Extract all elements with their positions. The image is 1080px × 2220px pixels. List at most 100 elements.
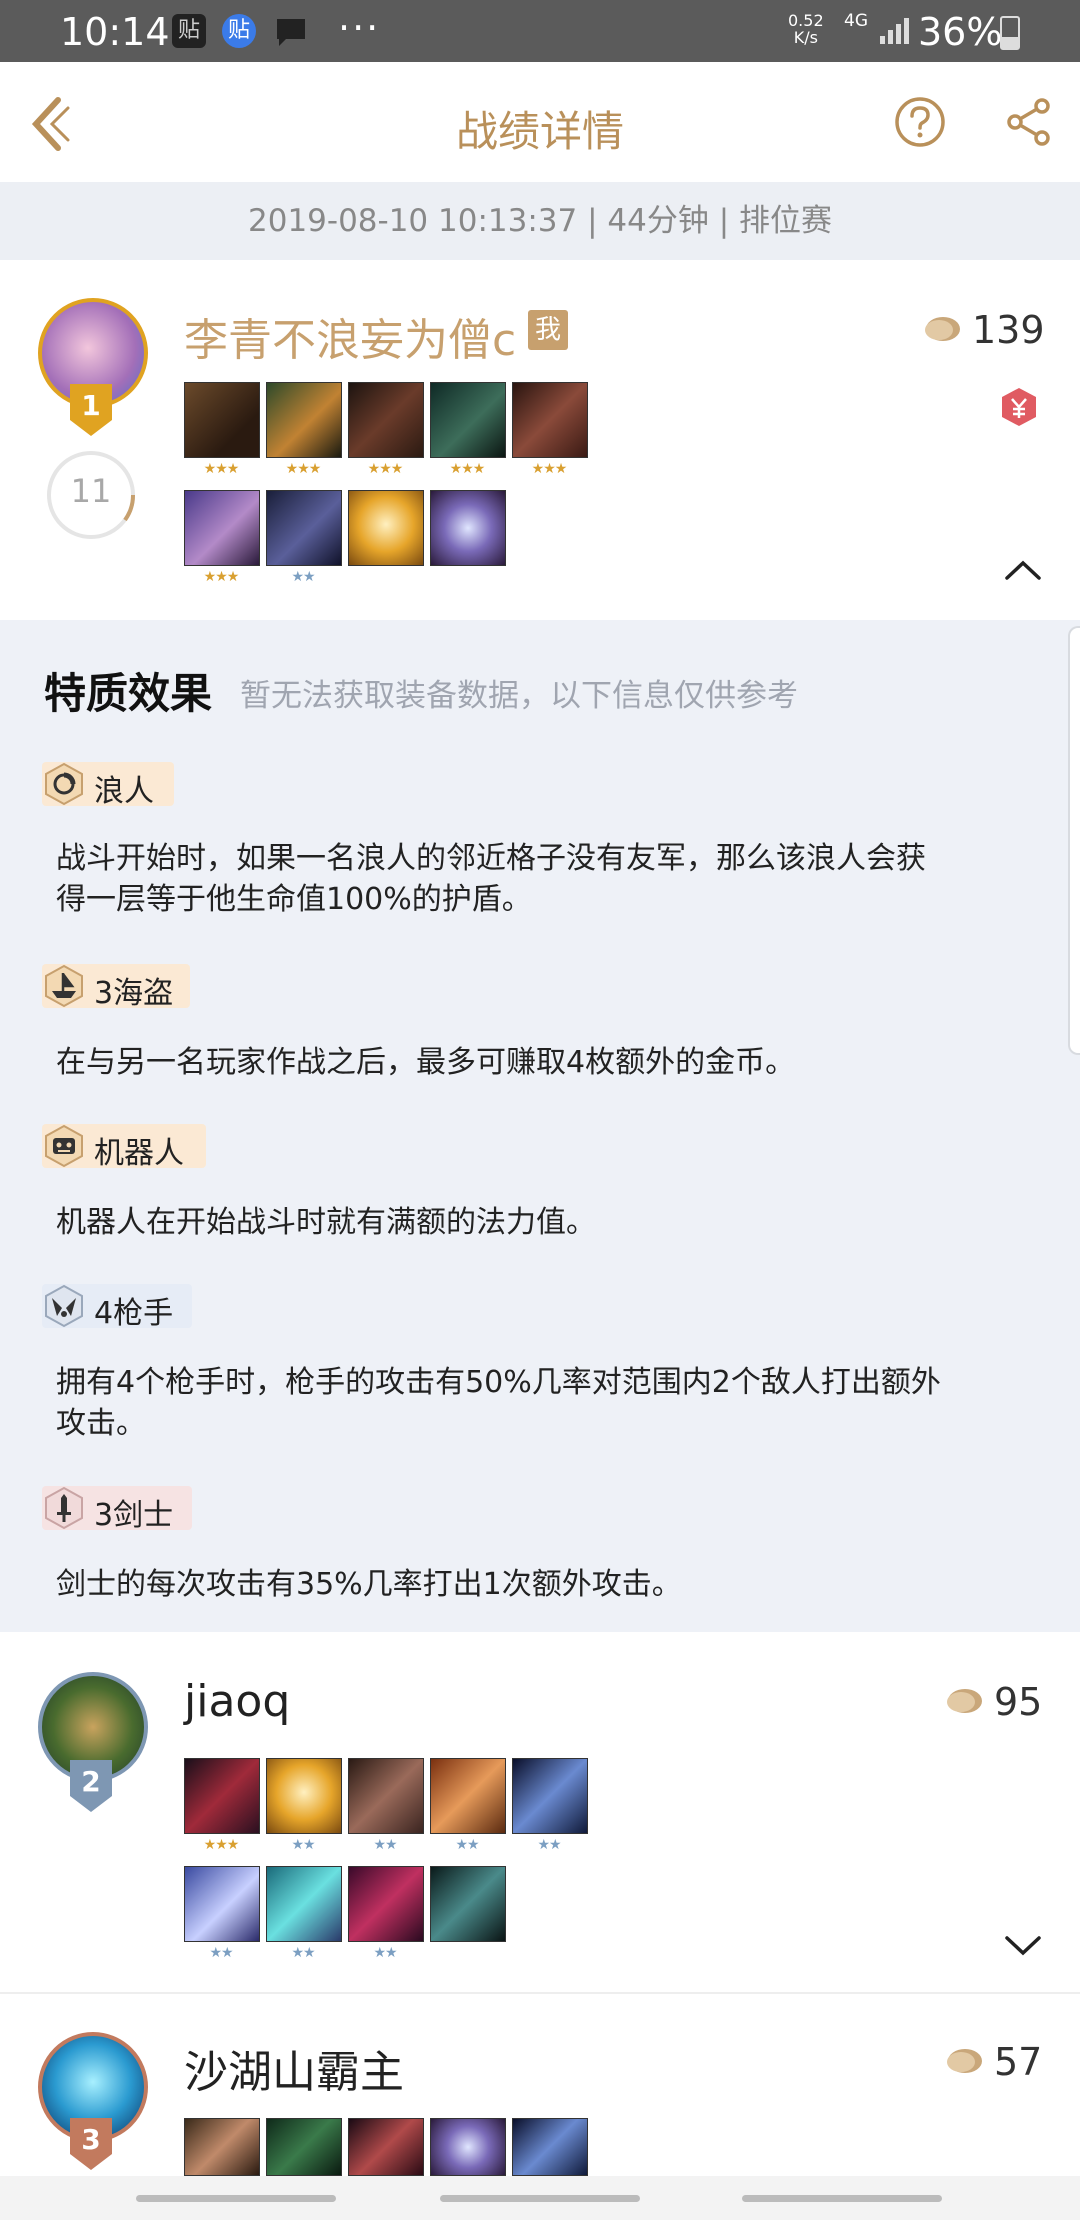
network-speed-unit: K/s [793, 28, 818, 47]
nav-handle-right[interactable] [742, 2195, 942, 2202]
hero-portrait[interactable] [512, 2118, 588, 2176]
app-header: 战绩详情 [0, 62, 1080, 183]
player-card[interactable]: 3 沙湖山霸主 57 [0, 1994, 1080, 2176]
coin-icon [925, 317, 960, 341]
trait-description: 剑士的每次攻击有35%几率打出1次额外攻击。 [56, 1564, 1036, 1605]
player-score: 57 [994, 2040, 1043, 2084]
trait-description-line: 在与另一名玩家作战之后，最多可赚取4枚额外的金币。 [56, 1045, 796, 1080]
nav-handle-left[interactable] [136, 2195, 336, 2202]
player-name[interactable]: 李青不浪妄为僧c [184, 304, 516, 368]
hero-portrait[interactable] [266, 1758, 342, 1834]
trait-description-line: 攻击。 [56, 1406, 146, 1441]
trait-description-line: 战斗开始时，如果一名浪人的邻近格子没有友军，那么该浪人会获 [56, 841, 926, 876]
hero-portrait[interactable] [184, 1866, 260, 1942]
trait-tag: 4枪手 [42, 1284, 192, 1331]
match-info-bar: 2019-08-10 10:13:37 | 44分钟 | 排位赛 [0, 182, 1080, 260]
player-score: 95 [994, 1680, 1043, 1724]
collapse-chevron-up-icon[interactable] [1004, 558, 1042, 582]
trait-name: 浪人 [94, 774, 154, 809]
expand-chevron-down-icon[interactable] [1004, 1934, 1042, 1958]
paid-icon [1002, 388, 1036, 426]
hero-portrait[interactable] [430, 490, 506, 566]
player-level: 11 [70, 472, 112, 510]
hero-portrait[interactable] [430, 1758, 506, 1834]
hero-portrait[interactable] [266, 2118, 342, 2176]
hero-portrait[interactable] [266, 490, 342, 566]
hero-portrait[interactable] [512, 1758, 588, 1834]
hero-stars: ★★★ [203, 1837, 240, 1853]
traits-note: 暂无法获取装备数据，以下信息仅供参考 [240, 678, 798, 714]
hero-portrait[interactable] [348, 382, 424, 458]
player-card[interactable]: 2 jiaoq 95 ★★★ ★★ ★★ ★★ ★★ ★★ ★★ ★★ [0, 1632, 1080, 1994]
player-name[interactable]: 沙湖山霸主 [184, 2036, 404, 2100]
traits-panel: 特质效果 暂无法获取装备数据，以下信息仅供参考 浪人 战斗开始时，如果一名浪人的… [0, 620, 1080, 1632]
hero-portrait[interactable] [184, 2118, 260, 2176]
ronin-trait-icon [45, 762, 83, 806]
trait-name: 4枪手 [94, 1296, 174, 1331]
coin-icon [947, 2049, 982, 2073]
tieba-app-icon: 贴 [222, 14, 256, 48]
network-speed-value: 0.52 [788, 11, 824, 30]
hero-portrait[interactable] [430, 382, 506, 458]
rank-number: 3 [81, 2123, 101, 2156]
hero-portrait[interactable] [184, 1758, 260, 1834]
share-icon[interactable] [1006, 96, 1052, 148]
player-score: 139 [972, 308, 1045, 352]
hero-portrait[interactable] [512, 382, 588, 458]
hero-portrait[interactable] [184, 490, 260, 566]
trait-tag: 3剑士 [42, 1486, 192, 1533]
blademaster-trait-icon [45, 1486, 83, 1530]
player-name[interactable]: jiaoq [184, 1676, 290, 1727]
status-bar: 10:14 贴 贴 ··· 0.52 K/s 4G 36% [0, 0, 1080, 62]
trait-name: 3海盗 [94, 976, 174, 1011]
trait-description-line: 拥有4个枪手时，枪手的攻击有50%几率对范围内2个敌人打出额外 [56, 1365, 941, 1400]
navigation-bar [0, 2176, 1080, 2220]
network-speed: 0.52 K/s [788, 12, 824, 46]
hero-portrait[interactable] [348, 1866, 424, 1942]
trait-name: 3剑士 [94, 1498, 174, 1533]
hero-portrait[interactable] [348, 1758, 424, 1834]
hero-stars: ★★★ [203, 461, 240, 477]
status-time: 10:14 [60, 10, 170, 54]
hero-portrait[interactable] [184, 382, 260, 458]
hero-stars: ★★★ [367, 461, 404, 477]
help-icon[interactable] [894, 96, 946, 148]
trait-description-line: 机器人在开始战斗时就有满额的法力值。 [56, 1205, 596, 1240]
hero-stars: ★★ [209, 1945, 233, 1961]
hero-stars: ★★ [455, 1837, 479, 1853]
coin-icon [947, 1689, 982, 1713]
me-tag: 我 [528, 310, 568, 350]
trait-description-line: 得一层等于他生命值100%的护盾。 [56, 882, 532, 917]
hero-portrait[interactable] [430, 2118, 506, 2176]
trait-tag: 机器人 [42, 1124, 206, 1171]
robot-trait-icon [45, 1124, 83, 1168]
trait-description: 机器人在开始战斗时就有满额的法力值。 [56, 1202, 1036, 1243]
nav-handle-center[interactable] [440, 2195, 640, 2202]
network-type: 4G [844, 11, 868, 31]
hero-stars: ★★ [537, 1837, 561, 1853]
hero-portrait[interactable] [430, 1866, 506, 1942]
player-card[interactable]: 1 11 李青不浪妄为僧c 我 139 ★★★ ★★★ ★★★ ★★★ ★★★ … [0, 260, 1080, 620]
hero-stars: ★★ [373, 1945, 397, 1961]
hero-stars: ★★ [373, 1837, 397, 1853]
message-icon [277, 19, 305, 46]
hero-portrait[interactable] [266, 382, 342, 458]
scroll-indicator[interactable] [1068, 626, 1080, 1055]
hero-stars: ★★★ [285, 461, 322, 477]
more-notifications-icon: ··· [338, 6, 381, 50]
signal-icon [880, 18, 909, 44]
trait-description: 战斗开始时，如果一名浪人的邻近格子没有友军，那么该浪人会获 得一层等于他生命值1… [56, 838, 1036, 920]
trait-description: 拥有4个枪手时，枪手的攻击有50%几率对范围内2个敌人打出额外 攻击。 [56, 1362, 1036, 1444]
hero-portrait[interactable] [266, 1866, 342, 1942]
hero-stars: ★★ [291, 569, 315, 585]
hero-portrait[interactable] [348, 490, 424, 566]
hero-portrait[interactable] [348, 2118, 424, 2176]
hero-stars: ★★★ [531, 461, 568, 477]
hero-stars: ★★ [291, 1945, 315, 1961]
traits-title: 特质效果 [44, 669, 213, 718]
hero-stars: ★★★ [203, 569, 240, 585]
trait-description-line: 剑士的每次攻击有35%几率打出1次额外攻击。 [56, 1567, 682, 1602]
tieba-notification-icon: 贴 [172, 14, 206, 48]
gunslinger-trait-icon [45, 1284, 83, 1328]
hero-stars: ★★★ [449, 461, 486, 477]
